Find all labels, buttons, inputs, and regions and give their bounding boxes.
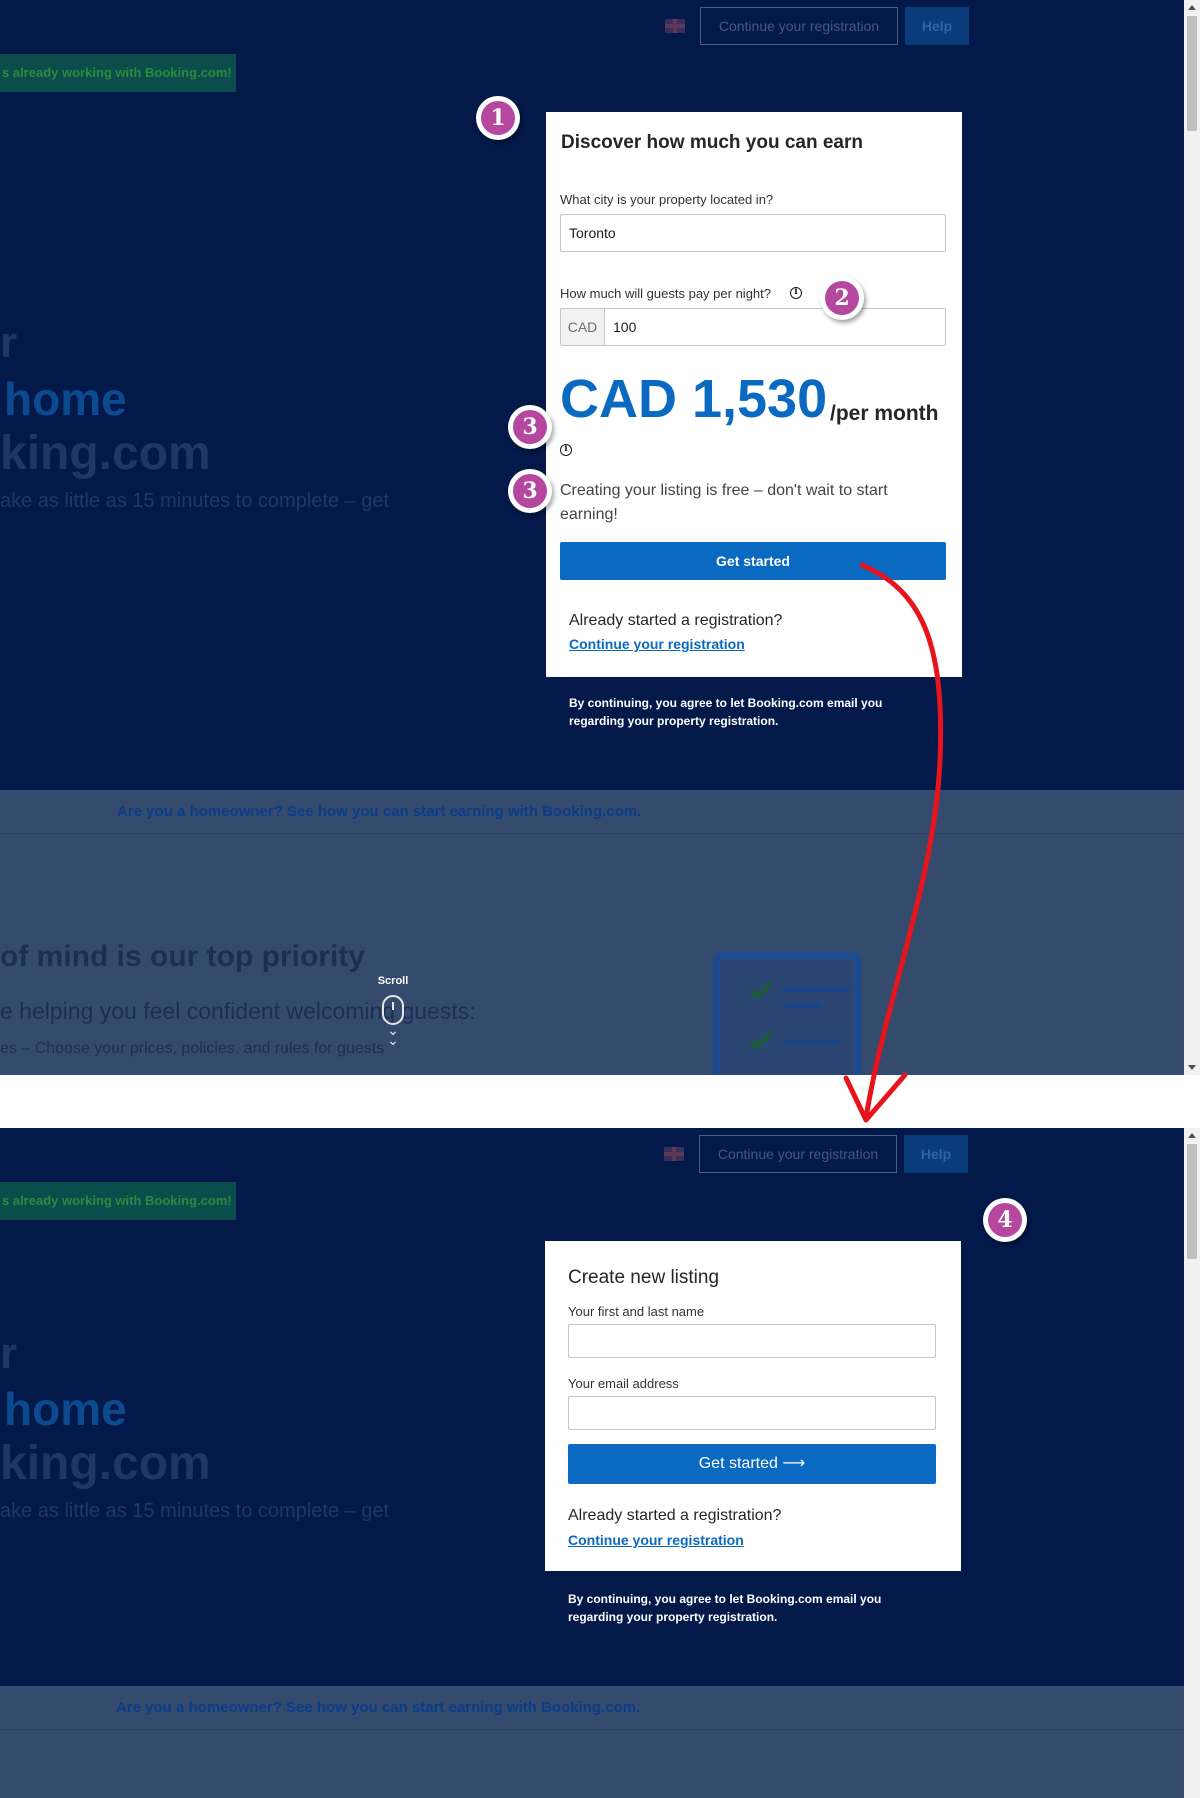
hero-title-line-1: r	[0, 1329, 18, 1378]
get-started-button[interactable]: Get started ⟶	[568, 1444, 936, 1484]
step-badge-1: 1	[476, 96, 520, 140]
step-badge-4: 4	[983, 1198, 1027, 1242]
price-field[interactable]: CAD	[560, 308, 946, 346]
step-number: 1	[481, 101, 515, 135]
header-continue-registration-button[interactable]: Continue your registration	[699, 1135, 897, 1173]
partners-banner: s already working with Booking.com!	[0, 54, 236, 92]
clipboard-line	[782, 1039, 842, 1044]
email-label: Your email address	[568, 1376, 679, 1391]
price-info-icon[interactable]: i	[790, 287, 802, 299]
step-number: 2	[825, 281, 859, 315]
scrollbar-thumb[interactable]	[1187, 1144, 1197, 1259]
hero-title-line-3: king.com	[0, 427, 211, 480]
step-badge-3: 3	[508, 405, 552, 449]
peace-of-mind-bullet: es – Choose your prices, policies, and r…	[0, 1040, 385, 1057]
chevron-down-icon: ⌄ ⌄	[387, 1022, 399, 1048]
hero-title-line-1: r	[0, 318, 18, 367]
step-number: 4	[988, 1203, 1022, 1237]
scroll-down-arrow-icon[interactable]	[1188, 1065, 1196, 1070]
homeowner-link-bar[interactable]: Are you a homeowner? See how you can sta…	[0, 1686, 1184, 1730]
scrollbar-thumb[interactable]	[1187, 16, 1197, 131]
step-badge-3b: 3	[508, 469, 552, 513]
check-icon	[749, 1026, 773, 1051]
price-label: How much will guests pay per night?	[560, 286, 771, 301]
partners-banner: s already working with Booking.com!	[0, 1182, 236, 1220]
peace-of-mind-title: of mind is our top priority	[0, 940, 365, 973]
email-input[interactable]	[568, 1396, 936, 1430]
help-button[interactable]: Help	[904, 1135, 968, 1173]
clipboard-illustration	[713, 952, 861, 1075]
city-label: What city is your property located in?	[560, 192, 774, 207]
continue-registration-link[interactable]: Continue your registration	[568, 1532, 744, 1548]
name-label: Your first and last name	[568, 1304, 705, 1319]
already-started-label: Already started a registration?	[568, 1507, 782, 1524]
agreement-text: By continuing, you agree to let Booking.…	[569, 696, 883, 728]
get-started-button[interactable]: Get started	[560, 542, 946, 580]
scroll-label: Scroll	[377, 975, 409, 987]
hero-title-line-3: king.com	[0, 1437, 211, 1490]
hero-title-line-2: home	[4, 373, 127, 425]
clipboard-line	[782, 987, 850, 992]
earnings-period: /per month	[830, 402, 939, 425]
uk-flag-icon[interactable]	[665, 19, 685, 33]
scroll-up-arrow-icon[interactable]	[1188, 5, 1196, 10]
homeowner-link-bar[interactable]: Are you a homeowner? See how you can sta…	[0, 790, 1184, 834]
hero-subtitle: ake as little as 15 minutes to complete …	[0, 490, 390, 512]
help-button[interactable]: Help	[905, 7, 969, 45]
hero-subtitle: ake as little as 15 minutes to complete …	[0, 1500, 390, 1522]
mouse-icon	[382, 995, 404, 1025]
step-number: 3	[513, 474, 547, 508]
scroll-hint[interactable]: Scroll ⌄ ⌄	[374, 975, 412, 1048]
flow-arrow-head	[843, 1072, 908, 1123]
currency-prefix: CAD	[561, 309, 605, 345]
uk-flag-icon[interactable]	[664, 1147, 684, 1161]
homeowner-link[interactable]: Are you a homeowner? See how you can sta…	[117, 803, 641, 820]
agreement-text: By continuing, you agree to let Booking.…	[568, 1592, 882, 1624]
homeowner-link[interactable]: Are you a homeowner? See how you can sta…	[116, 1699, 640, 1716]
create-listing-title: Create new listing	[568, 1267, 720, 1288]
continue-registration-link[interactable]: Continue your registration	[569, 636, 745, 652]
screenshot-estimator: s already working with Booking.com! Cont…	[0, 0, 1184, 1075]
estimated-earnings-amount: CAD 1,530	[560, 369, 828, 429]
city-input[interactable]	[560, 214, 946, 252]
hero-title-line-2: home	[4, 1383, 127, 1435]
already-started-label: Already started a registration?	[569, 612, 783, 629]
check-icon	[749, 976, 773, 1001]
estimator-title: Discover how much you can earn	[561, 132, 863, 153]
homeowner-section: Are you a homeowner? See how you can sta…	[0, 1686, 1184, 1798]
step-badge-2: 2	[820, 276, 864, 320]
clipboard-line	[782, 1003, 822, 1008]
step-number: 3	[513, 410, 547, 444]
name-input[interactable]	[568, 1324, 936, 1358]
earnings-estimator-card: Discover how much you can earn What city…	[546, 112, 962, 677]
homeowner-section: Are you a homeowner? See how you can sta…	[0, 790, 1184, 1075]
earnings-info-icon[interactable]: i	[560, 444, 572, 456]
scroll-up-arrow-icon[interactable]	[1188, 1133, 1196, 1138]
free-listing-text: Creating your listing is free – don't wa…	[560, 482, 888, 523]
page-scrollbar[interactable]	[1184, 0, 1200, 1075]
header-continue-registration-button[interactable]: Continue your registration	[700, 7, 898, 45]
page-scrollbar[interactable]	[1184, 1128, 1200, 1798]
price-input[interactable]	[605, 309, 945, 345]
create-listing-card: Create new listing Your first and last n…	[545, 1241, 961, 1571]
